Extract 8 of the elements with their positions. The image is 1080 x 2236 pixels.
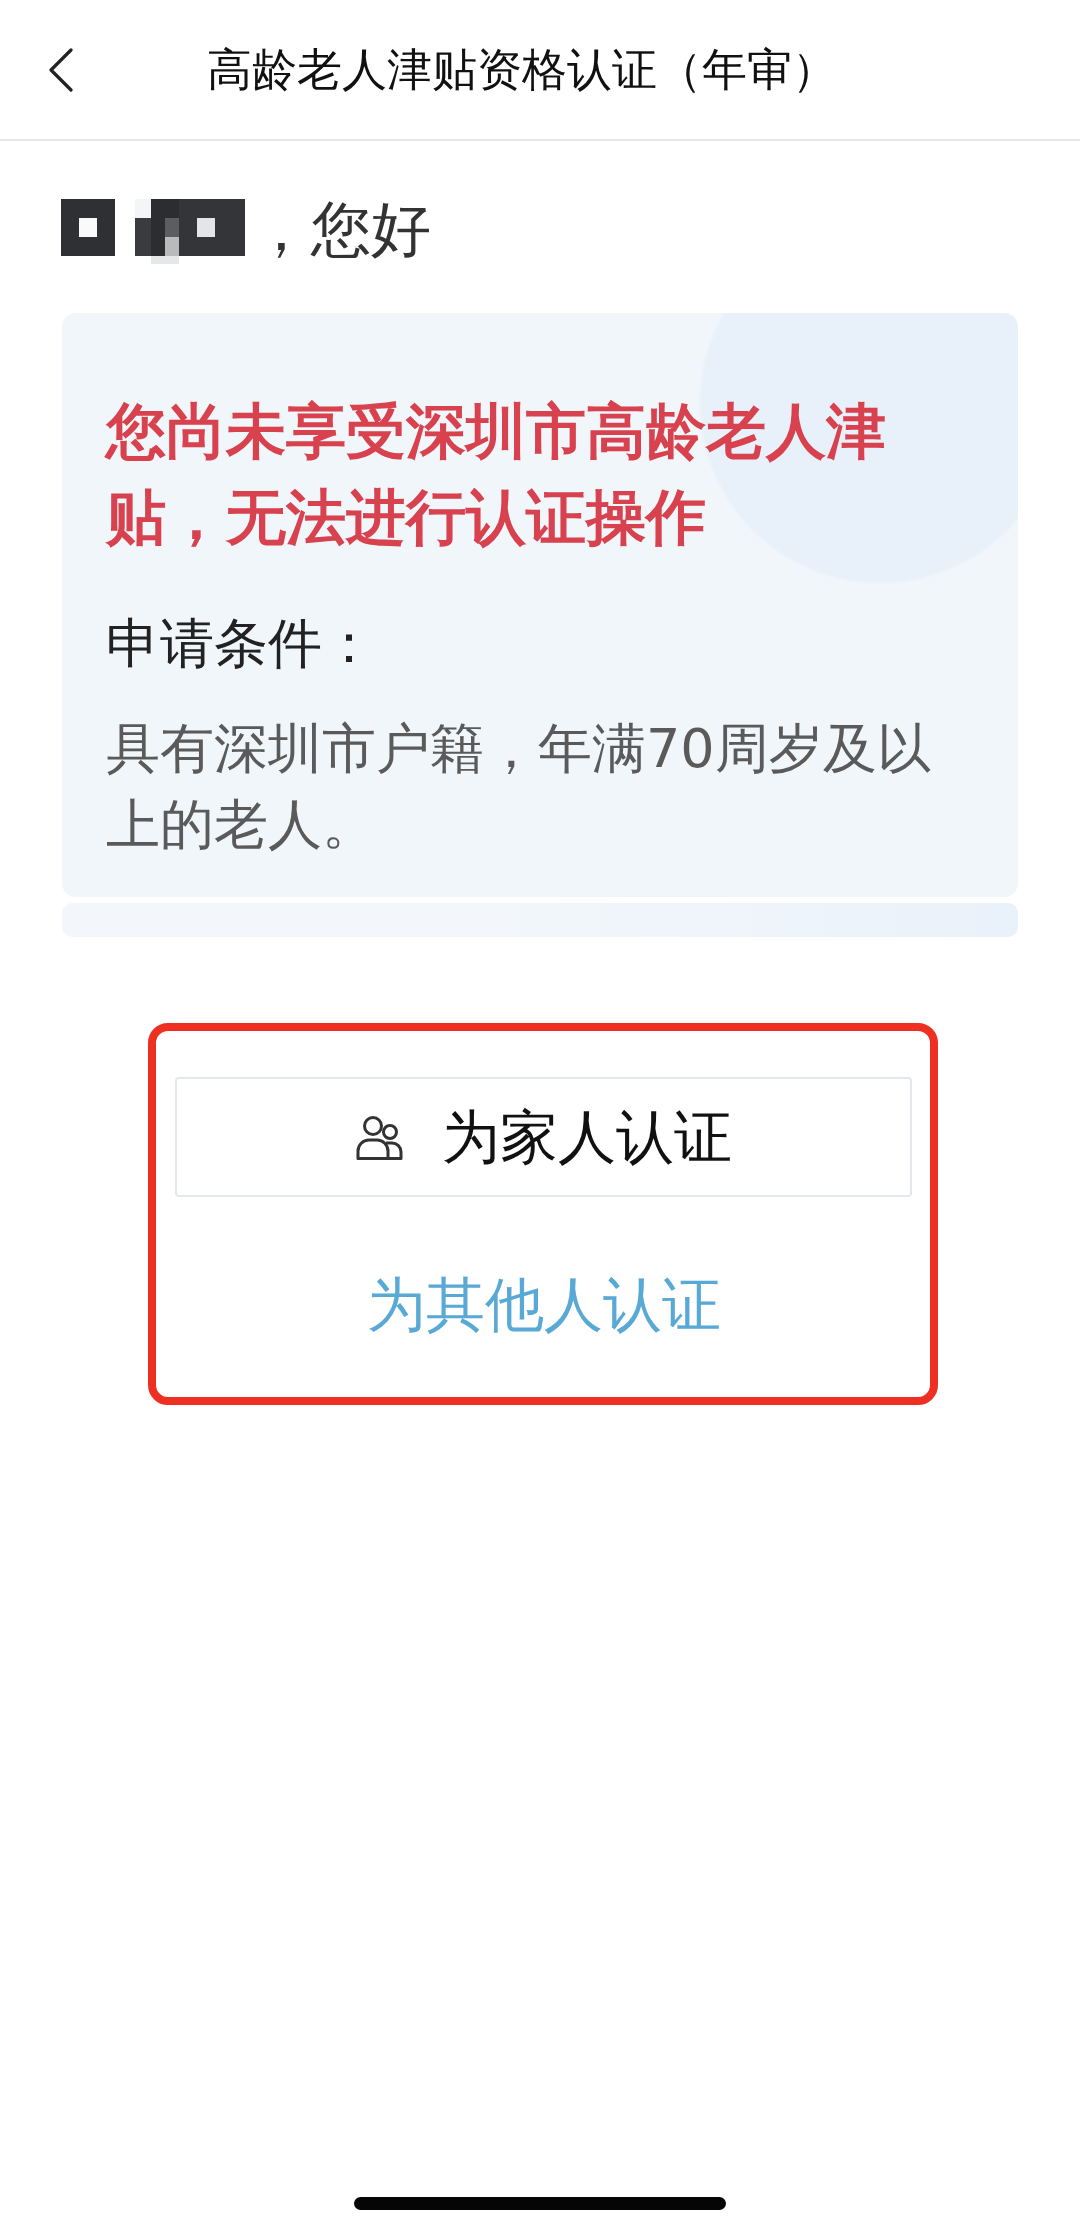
- notice-title: 您尚未享受深圳市高龄老人津贴，无法进行认证操作: [106, 395, 887, 554]
- people-icon: [355, 1114, 403, 1160]
- back-icon[interactable]: [48, 47, 74, 92]
- greeting-text: ，您好: [251, 193, 431, 265]
- conditions-text: 具有深圳市户籍，年满70周岁及以上的老人。: [106, 716, 932, 858]
- conditions-label: 申请条件：: [106, 611, 377, 677]
- page-title: 高龄老人津贴资格认证（年审）: [207, 41, 837, 98]
- family-auth-button[interactable]: 为家人认证: [175, 1077, 912, 1197]
